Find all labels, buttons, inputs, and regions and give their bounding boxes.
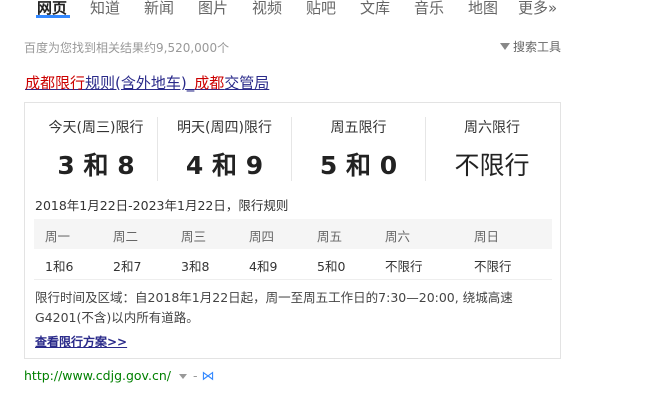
result-count: 百度为您找到相关结果约9,520,000个	[24, 41, 230, 55]
restriction-description: 限行时间及区域：自2018年1月22日起，周一至周五工作日的7:30—20:00…	[35, 290, 513, 325]
table-header-cell: 周二	[113, 229, 139, 244]
day-value: 4 和 9	[185, 151, 264, 180]
tab-images[interactable]: 图片	[198, 0, 228, 18]
weekly-table: 周一 周二 周三 周四 周五 周六 周日 1和6 2和7 3和8 4和9 5和0…	[34, 219, 552, 280]
table-cell: 5和0	[317, 259, 346, 274]
dropdown-arrow-icon[interactable]	[178, 374, 187, 379]
table-header-cell: 周五	[317, 229, 343, 244]
title-highlight: 成都	[194, 74, 225, 92]
active-tab-indicator	[36, 15, 70, 18]
table-divider	[34, 279, 552, 280]
day-value: 3 和 8	[57, 151, 135, 180]
table-header-cell: 周四	[249, 229, 275, 244]
search-nav-tabs: 网页 知道 新闻 图片 视频 贴吧 文库 音乐 地图 更多»	[0, 0, 667, 18]
snapshot-icon[interactable]: ⋈	[201, 369, 214, 384]
day-label: 明天(周四)限行	[177, 120, 272, 136]
table-header-cell: 周日	[474, 229, 500, 244]
title-text: 交管局	[224, 74, 270, 92]
day-today: 今天(周三)限行 3 和 8	[35, 117, 157, 182]
url-separator: -	[192, 368, 198, 383]
tab-more[interactable]: 更多»	[518, 0, 557, 18]
day-tomorrow: 明天(周四)限行 4 和 9	[158, 117, 291, 182]
table-row: 1和6 2和7 3和8 4和9 5和0 不限行 不限行	[34, 249, 552, 279]
day-friday: 周五限行 5 和 0	[292, 117, 425, 182]
day-label: 今天(周三)限行	[48, 120, 144, 136]
filter-icon	[500, 43, 510, 50]
rule-period: 2018年1月22日-2023年1月22日，限行规则	[35, 198, 289, 213]
title-text: 规则(含外地车)_	[85, 74, 195, 92]
title-highlight: 成都限行	[25, 74, 86, 92]
day-value: 5 和 0	[319, 151, 398, 180]
day-saturday: 周六限行 不限行	[426, 117, 558, 182]
table-header-cell: 周一	[45, 229, 71, 244]
day-value: 不限行	[454, 151, 530, 180]
day-label: 周五限行	[330, 120, 387, 136]
tab-music[interactable]: 音乐	[414, 0, 444, 18]
restriction-card: 今天(周三)限行 3 和 8 明天(周四)限行 4 和 9 周五限行 5 和 0…	[24, 102, 561, 359]
table-header-cell: 周六	[385, 229, 411, 244]
tab-tieba[interactable]: 贴吧	[306, 0, 336, 18]
table-header-cell: 周三	[181, 229, 207, 244]
search-tools-button[interactable]: 搜索工具	[500, 38, 561, 55]
table-cell: 2和7	[113, 259, 142, 274]
table-header-row: 周一 周二 周三 周四 周五 周六 周日	[34, 219, 552, 249]
day-label: 周六限行	[464, 120, 520, 136]
tab-map[interactable]: 地图	[468, 0, 498, 18]
table-cell: 不限行	[385, 259, 423, 274]
table-cell: 1和6	[45, 259, 74, 274]
result-url-line: http://www.cdjg.gov.cn/ - ⋈	[24, 368, 214, 384]
tab-wenku[interactable]: 文库	[360, 0, 390, 18]
search-tools-label: 搜索工具	[513, 40, 562, 54]
table-cell: 3和8	[181, 259, 210, 274]
view-scheme-link[interactable]: 查看限行方案>>	[35, 333, 127, 350]
tab-news[interactable]: 新闻	[144, 0, 174, 18]
table-cell: 不限行	[474, 259, 512, 274]
result-title-link[interactable]: 成都限行规则(含外地车)_成都交管局	[25, 72, 269, 93]
table-cell: 4和9	[249, 259, 278, 274]
tab-zhidao[interactable]: 知道	[90, 0, 120, 18]
result-url[interactable]: http://www.cdjg.gov.cn/	[24, 368, 171, 383]
tab-video[interactable]: 视频	[252, 0, 282, 18]
